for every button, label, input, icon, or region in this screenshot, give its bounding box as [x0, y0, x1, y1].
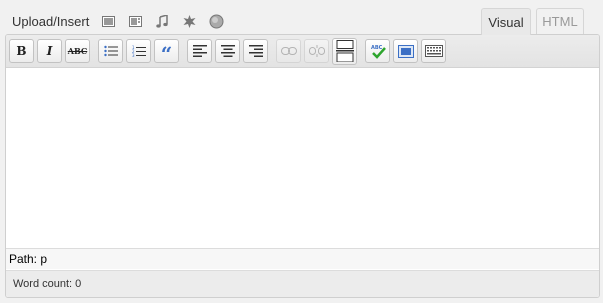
svg-text:3: 3 [132, 53, 135, 58]
italic-button[interactable]: I [37, 39, 62, 63]
element-path: Path: p [9, 252, 48, 266]
link-icon [280, 47, 297, 55]
add-media-icon[interactable] [180, 12, 198, 30]
word-count-bar: Word count: 0 [6, 270, 599, 297]
tab-html[interactable]: HTML [536, 8, 584, 34]
fullscreen-button[interactable] [393, 39, 418, 63]
align-left-icon [192, 45, 207, 57]
blockquote-button[interactable]: “ [154, 39, 179, 66]
spellcheck-button[interactable]: ABC [365, 39, 390, 63]
media-upload-bar: Upload/Insert [12, 11, 234, 31]
align-center-button[interactable] [215, 39, 240, 63]
bullet-list-button[interactable] [98, 39, 123, 63]
more-tag-icon [335, 40, 354, 62]
bold-icon: B [16, 44, 27, 58]
align-left-button[interactable] [187, 39, 212, 63]
kitchen-sink-icon [424, 45, 443, 57]
blockquote-icon: “ [160, 42, 173, 66]
numbered-list-button[interactable]: 123 [126, 39, 151, 63]
add-audio-icon[interactable] [153, 12, 171, 30]
kitchen-sink-button[interactable] [421, 39, 446, 63]
unlink-icon [308, 45, 325, 57]
element-path-bar: Path: p [6, 248, 599, 269]
fullscreen-icon [397, 44, 414, 58]
add-image-icon[interactable] [99, 12, 117, 30]
strikethrough-button[interactable]: ABC [65, 39, 90, 63]
strikethrough-icon: ABC [67, 46, 88, 56]
add-other-icon[interactable] [207, 12, 225, 30]
bold-button[interactable]: B [9, 39, 34, 63]
rich-text-editor: B I ABC 123 “ ABC Path: p Word count: 0 [5, 34, 600, 298]
align-right-button[interactable] [243, 39, 268, 63]
align-right-icon [248, 45, 263, 57]
upload-insert-label: Upload/Insert [12, 13, 90, 29]
add-video-icon[interactable] [126, 12, 144, 30]
spellcheck-icon: ABC [371, 45, 386, 59]
insert-more-tag-button[interactable] [332, 37, 357, 65]
svg-text:ABC: ABC [371, 45, 383, 51]
insert-link-button[interactable] [276, 39, 301, 63]
word-count: Word count: 0 [13, 278, 82, 290]
bullet-list-icon [103, 45, 118, 57]
formatting-toolbar: B I ABC 123 “ ABC [6, 35, 599, 68]
tab-visual[interactable]: Visual [481, 8, 531, 35]
italic-icon: I [46, 44, 53, 58]
numbered-list-icon: 123 [132, 45, 146, 58]
unlink-button[interactable] [304, 39, 329, 63]
align-center-icon [220, 45, 235, 57]
editor-content-area[interactable] [6, 68, 599, 248]
